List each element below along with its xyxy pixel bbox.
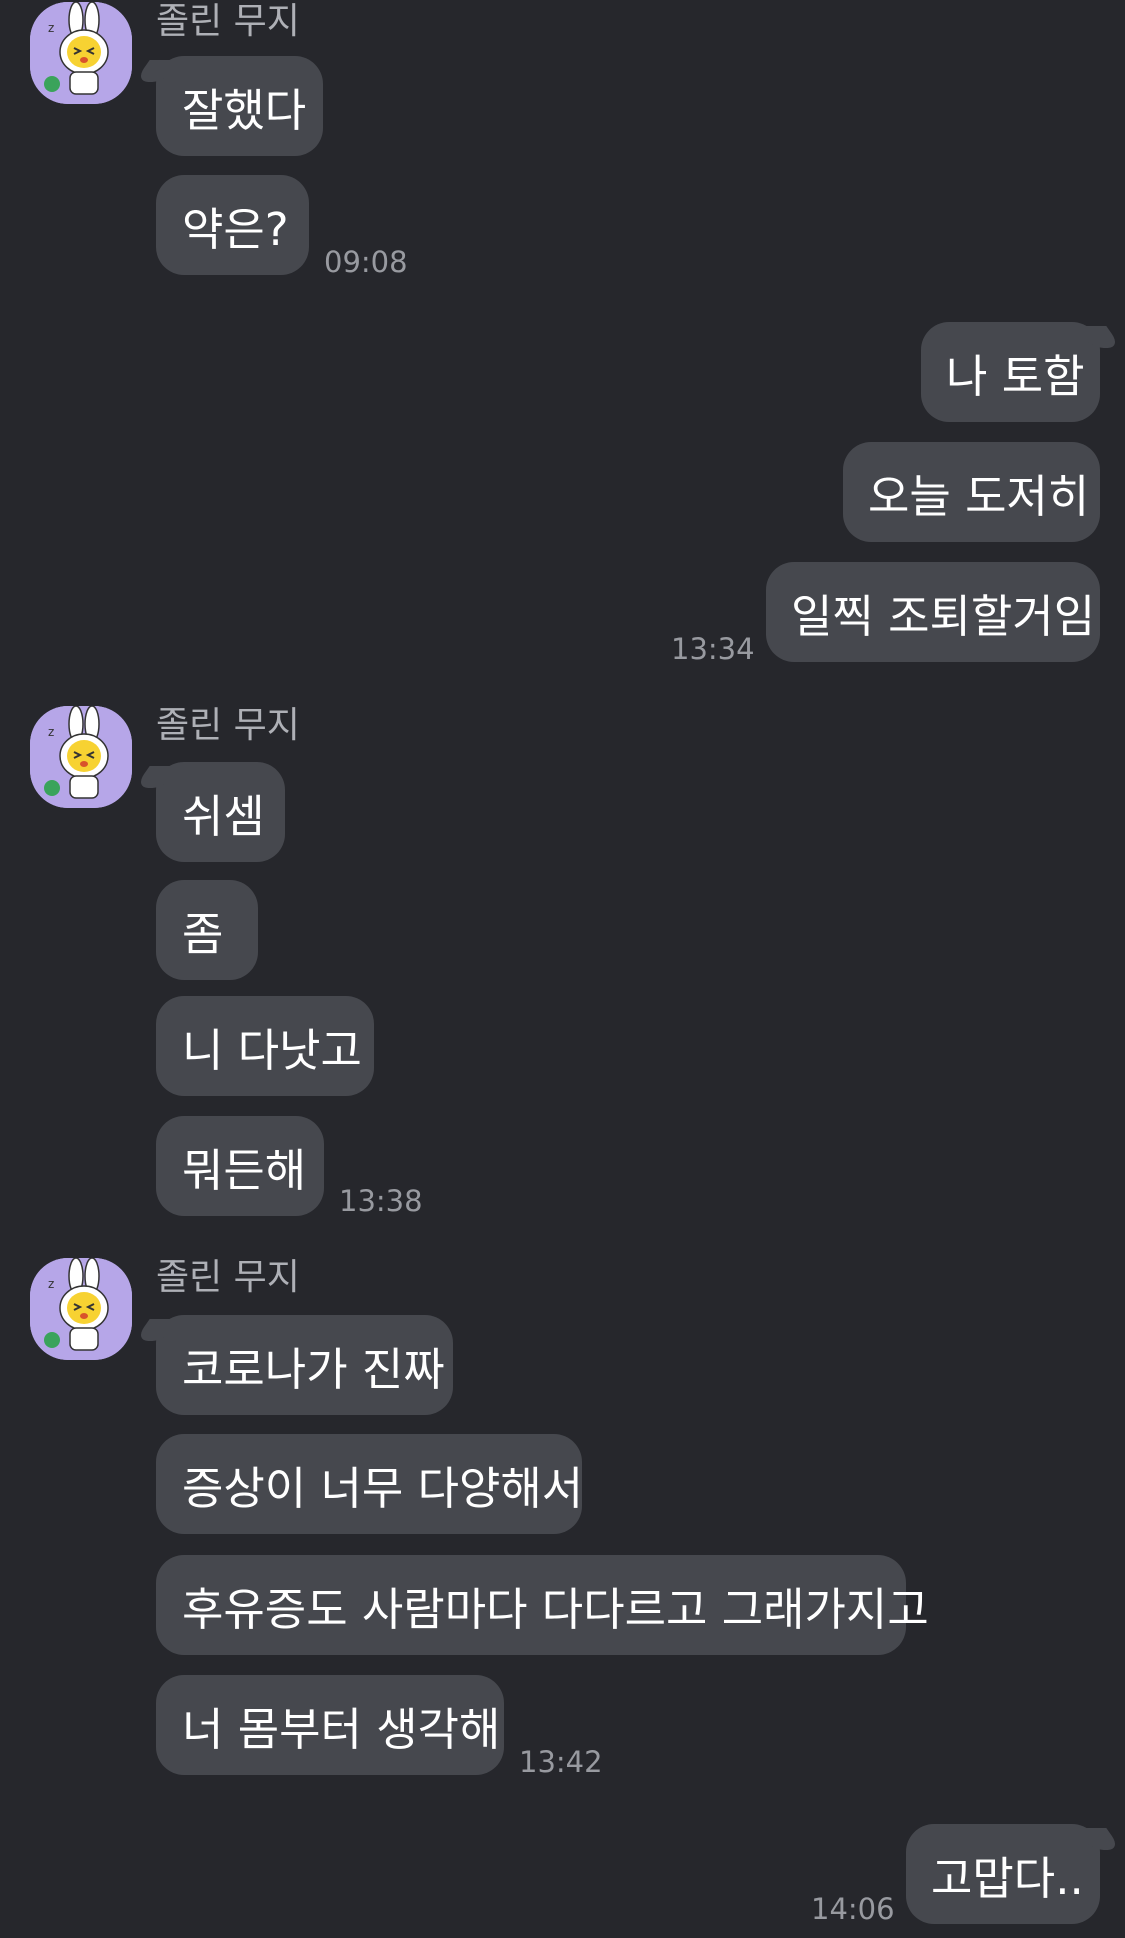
message-text: 니 다낫고 — [182, 1023, 362, 1077]
sender-avatar[interactable]: z — [30, 1258, 132, 1360]
message-text: 좀 — [182, 907, 224, 961]
message-text: 오늘 도저히 — [868, 469, 1090, 523]
sender-avatar[interactable]: z — [30, 2, 132, 104]
message-bubble[interactable]: 코로나가 진짜 — [156, 1315, 453, 1415]
message-bubble[interactable]: 잘했다 — [156, 56, 323, 156]
message-text: 나 토함 — [946, 349, 1085, 403]
message-text: 뭐든해 — [182, 1143, 307, 1197]
message-bubble[interactable]: 증상이 너무 다양해서 — [156, 1434, 584, 1534]
message-bubble[interactable]: 일찍 조퇴할거임 — [766, 562, 1100, 662]
message-bubble[interactable]: 니 다낫고 — [156, 996, 374, 1096]
message-text: 코로나가 진짜 — [182, 1342, 445, 1396]
message-timestamp: 13:42 — [519, 1745, 603, 1779]
message-bubble[interactable]: 고맙다.. — [906, 1824, 1100, 1924]
svg-text:z: z — [48, 21, 54, 35]
message-bubble[interactable]: 약은? — [156, 175, 309, 275]
message-text: 후유증도 사람마다 다다르고 그래가지고 — [182, 1582, 929, 1636]
message-timestamp: 14:06 — [811, 1892, 895, 1926]
message-bubble[interactable]: 좀 — [156, 880, 258, 980]
message-text: 일찍 조퇴할거임 — [791, 589, 1096, 643]
message-bubble[interactable]: 뭐든해 — [156, 1116, 324, 1216]
message-timestamp: 13:34 — [671, 632, 755, 666]
message-text: 너 몸부터 생각해 — [182, 1702, 501, 1756]
message-text: 증상이 너무 다양해서 — [182, 1461, 584, 1515]
sender-name: 졸린 무지 — [156, 1257, 300, 1298]
message-bubble[interactable]: 오늘 도저히 — [843, 442, 1100, 542]
sender-name: 졸린 무지 — [156, 1, 300, 42]
message-text: 약은? — [182, 202, 289, 256]
muzi-avatar-icon: z — [30, 2, 132, 104]
message-bubble[interactable]: 후유증도 사람마다 다다르고 그래가지고 — [156, 1555, 929, 1655]
muzi-avatar-icon: z — [30, 1258, 132, 1360]
message-text: 잘했다 — [182, 83, 307, 137]
message-text: 쉬셈 — [182, 789, 265, 843]
sender-avatar[interactable]: z — [30, 706, 132, 808]
message-timestamp: 09:08 — [324, 245, 408, 279]
message-bubble[interactable]: 너 몸부터 생각해 — [156, 1675, 504, 1775]
sender-name: 졸린 무지 — [156, 705, 300, 746]
message-timestamp: 13:38 — [339, 1184, 423, 1218]
message-bubble[interactable]: 쉬셈 — [156, 762, 285, 862]
muzi-avatar-icon: z — [30, 706, 132, 808]
message-text: 고맙다.. — [931, 1851, 1084, 1905]
svg-text:z: z — [48, 1277, 54, 1291]
message-bubble[interactable]: 나 토함 — [921, 322, 1100, 422]
svg-text:z: z — [48, 725, 54, 739]
